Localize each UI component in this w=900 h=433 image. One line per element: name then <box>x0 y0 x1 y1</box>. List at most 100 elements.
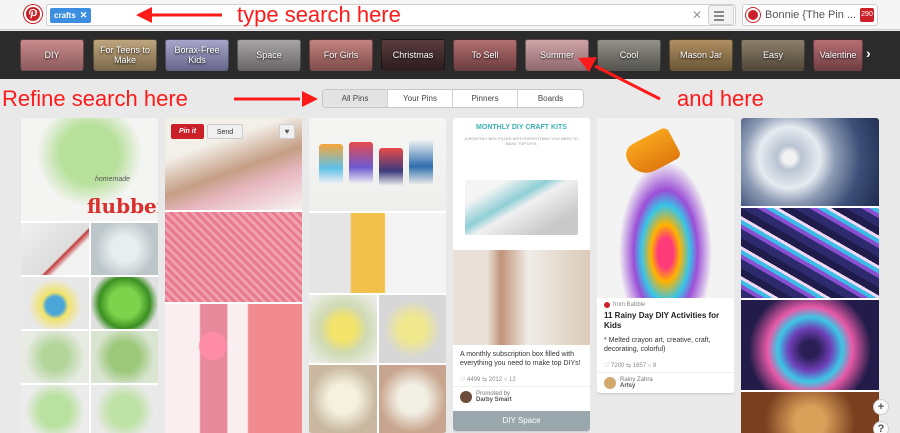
menu-button[interactable] <box>708 5 734 25</box>
pin-it-button[interactable]: Pin it <box>171 124 204 139</box>
pin-card-yarn-letter[interactable]: Pin it Send ♥ <box>165 118 302 433</box>
craft-kit-image[interactable]: MONTHLY DIY CRAFT KITS A MONTHLY BOX FIL… <box>453 118 590 248</box>
flubber-small-caption: homemade <box>95 176 131 183</box>
chevron-right-icon[interactable]: › <box>866 45 880 65</box>
candle <box>349 142 373 184</box>
avatar <box>746 8 760 22</box>
annotation-type-search: type search here <box>237 2 401 27</box>
pin-description: * Melted crayon art, creative, craft, de… <box>604 337 711 353</box>
category-easy[interactable]: Easy <box>741 39 805 71</box>
tab-boards[interactable]: Boards <box>518 90 583 107</box>
candle-steps-grid <box>309 295 446 433</box>
zoom-in-button[interactable]: + <box>873 399 889 415</box>
top-search-bar: crafts ✕ ✕ Bonnie {The Pin ... 290 <box>0 0 900 30</box>
next-pin-banner: DIY Space <box>453 411 590 431</box>
hair-dryer <box>621 126 683 180</box>
clear-search-icon[interactable]: ✕ <box>692 6 702 24</box>
attribution-text: Promoted by Darby Smart <box>476 391 512 403</box>
category-space[interactable]: Space <box>237 39 301 71</box>
cd-shards-image <box>741 208 879 298</box>
slime-image <box>21 385 89 433</box>
send-button[interactable]: Send <box>207 124 243 139</box>
pin-title-wrap: 11 Rainy Day DIY Activities for Kids <box>597 308 734 336</box>
candle <box>319 144 343 184</box>
tab-pinners[interactable]: Pinners <box>453 90 518 107</box>
pinterest-logo-icon[interactable] <box>24 5 42 23</box>
tab-your-pins[interactable]: Your Pins <box>388 90 453 107</box>
flubber-image[interactable]: homemade flubber <box>21 118 158 221</box>
pin-column: Pin it Send ♥ <box>165 118 302 433</box>
cd-image[interactable] <box>741 118 879 206</box>
pin-column <box>309 118 446 433</box>
bowl-image <box>90 223 158 275</box>
pin-attribution[interactable]: Rainy Zahra Artsy <box>597 372 734 393</box>
source-label: from Babble <box>613 302 646 308</box>
category-borax-free-kids[interactable]: Borax-Free Kids <box>165 39 229 71</box>
candle <box>409 140 433 184</box>
token-close-icon[interactable]: ✕ <box>80 8 88 23</box>
avatar <box>460 391 472 403</box>
arrow-to-tabs <box>234 91 318 107</box>
category-strip: DIY For Teens to Make Borax-Free Kids Sp… <box>0 31 900 79</box>
glue-bottles-image <box>21 223 89 275</box>
board-name: Artsy <box>620 383 636 389</box>
category-cool[interactable]: Cool <box>597 39 661 71</box>
profile-button[interactable]: Bonnie {The Pin ... 290 <box>742 4 878 26</box>
pin-card-crayon-candles[interactable] <box>309 118 446 433</box>
color-mix-image <box>21 277 89 329</box>
pin-column <box>741 118 879 433</box>
pin-card-cd-art[interactable] <box>741 118 879 433</box>
pin-card-melted-crayon[interactable]: from Babble 11 Rainy Day DIY Activities … <box>597 118 734 393</box>
step-image <box>309 365 377 433</box>
search-token[interactable]: crafts ✕ <box>50 8 92 23</box>
category-valentine[interactable]: Valentine <box>813 39 863 71</box>
search-filter-tabs: All Pins Your Pins Pinners Boards <box>322 89 584 108</box>
pin-source[interactable]: from Babble <box>597 298 734 308</box>
category-for-teens[interactable]: For Teens to Make <box>93 39 157 71</box>
cd-bowl-image <box>741 392 879 433</box>
menu-line <box>714 19 724 21</box>
source-dot-icon <box>604 302 610 308</box>
woman-image <box>453 250 590 345</box>
pin-card-flubber[interactable]: homemade flubber <box>21 118 158 433</box>
menu-line <box>714 11 724 13</box>
category-diy[interactable]: DIY <box>20 39 84 71</box>
pin-column: homemade flubber <box>21 118 158 433</box>
candle <box>379 148 403 186</box>
yarn-wrapping-image <box>165 212 302 302</box>
slime-hand-image <box>90 331 158 383</box>
flubber-photo-grid <box>21 221 158 433</box>
category-to-sell[interactable]: To Sell <box>453 39 517 71</box>
help-button[interactable]: ? <box>873 421 889 433</box>
letter-supplies-image[interactable]: Pin it Send ♥ <box>165 118 302 210</box>
kit-banner-sub: A MONTHLY BOX FILLED WITH EVERYTHING YOU… <box>464 136 579 146</box>
tab-all-pins[interactable]: All Pins <box>323 90 388 107</box>
pin-column: MONTHLY DIY CRAFT KITS A MONTHLY BOX FIL… <box>453 118 590 433</box>
avatar <box>604 377 616 389</box>
kit-banner: MONTHLY DIY CRAFT KITS <box>476 124 567 131</box>
menu-line <box>714 15 724 17</box>
candles-image[interactable] <box>309 118 446 211</box>
category-summer[interactable]: Summer <box>525 39 589 71</box>
green-bowl-image <box>90 277 158 329</box>
pin-card-darby-smart[interactable]: MONTHLY DIY CRAFT KITS A MONTHLY BOX FIL… <box>453 118 590 431</box>
category-for-girls[interactable]: For Girls <box>309 39 373 71</box>
attribution-text: Rainy Zahra Artsy <box>620 377 653 389</box>
annotation-and-here: and here <box>677 86 764 111</box>
search-token-label: crafts <box>54 11 76 20</box>
flubber-caption: flubber <box>87 194 158 218</box>
like-heart-icon[interactable]: ♥ <box>279 124 295 139</box>
category-mason-jar[interactable]: Mason Jar <box>669 39 733 71</box>
pin-stats: ♡ 4499 ⇆ 2012 ○ 12 <box>460 377 516 383</box>
finished-letter-image <box>165 304 302 433</box>
cd-mosaic-image <box>741 300 879 390</box>
annotation-refine-search: Refine search here <box>2 86 188 111</box>
step-image <box>309 295 377 363</box>
step-image <box>378 365 446 433</box>
profile-name: Bonnie {The Pin ... <box>765 9 857 21</box>
pin-attribution[interactable]: Promoted by Darby Smart <box>453 386 590 407</box>
pin-title: 11 Rainy Day DIY Activities for Kids <box>604 311 720 330</box>
category-christmas[interactable]: Christmas <box>381 39 445 71</box>
notification-badge[interactable]: 290 <box>860 8 874 22</box>
melted-crayon-image[interactable] <box>597 118 734 298</box>
